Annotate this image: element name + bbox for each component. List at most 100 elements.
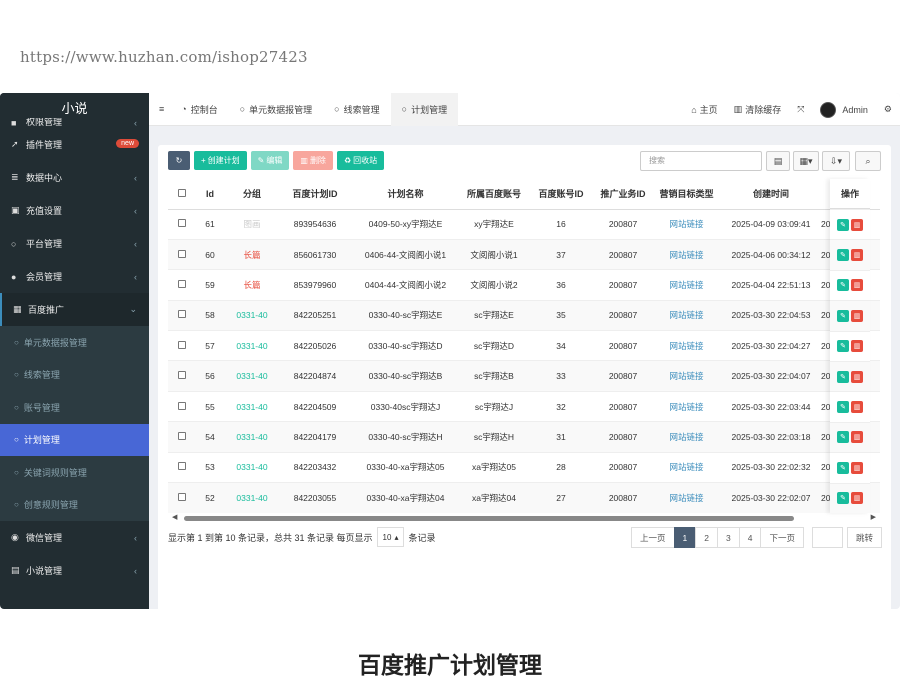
edit-row-button[interactable]: ✎ [837, 431, 849, 444]
jump-page-input[interactable] [811, 527, 843, 548]
edit-button[interactable]: ✎ 编辑 [250, 151, 290, 170]
row-select[interactable] [168, 390, 195, 422]
page-button[interactable]: 2 [695, 527, 718, 548]
list-view-icon[interactable]: ▤ [766, 151, 790, 171]
search-icon[interactable]: ⌕ [855, 151, 881, 171]
checkbox[interactable] [177, 219, 186, 228]
cell-target-type[interactable]: 网站链接 [652, 330, 721, 361]
page-size-select[interactable]: 10 ▴ [376, 527, 405, 547]
cell-group[interactable]: 0331-40 [225, 451, 279, 483]
recycle-bin-button[interactable]: ♻ 回收站 [336, 151, 385, 170]
row-select[interactable] [168, 482, 195, 513]
delete-row-button[interactable]: ▥ [851, 461, 863, 474]
checkbox[interactable] [177, 249, 186, 258]
cell-target-type[interactable]: 网站链接 [652, 451, 721, 483]
cell-target-type[interactable]: 网站链接 [652, 360, 721, 392]
delete-row-button[interactable]: ▥ [851, 431, 863, 444]
delete-button[interactable]: ▥ 删除 [293, 151, 333, 170]
table-row[interactable]: 59 长篇 853979960 0404-44-文阅阁小说2 文阅阁小说2 36 20080… [168, 269, 880, 301]
table-row[interactable]: 60 长篇 856061730 0406-44-文阅阁小说1 文阅阁小说1 37 20080… [168, 238, 880, 270]
export-dropdown-icon[interactable]: ⇩▾ [822, 151, 850, 171]
sidebar-item[interactable]: ▣ 充值设置 ‹ [0, 194, 149, 227]
clear-cache-link[interactable]: ▥ 清除缓存 [726, 103, 790, 116]
checkbox[interactable] [177, 340, 186, 349]
edit-row-button[interactable]: ✎ [837, 401, 849, 414]
row-select[interactable] [168, 269, 195, 301]
sidebar-item[interactable]: ▤ 小说管理 ‹ [0, 554, 149, 587]
edit-row-button[interactable]: ✎ [837, 370, 849, 383]
cell-group[interactable]: 长篇 [225, 238, 279, 270]
checkbox[interactable] [177, 310, 186, 319]
table-row[interactable]: 55 0331-40 842204509 0330-40sc宇翔达J sc宇翔达J 32 2… [168, 390, 880, 422]
table-row[interactable]: 57 0331-40 842205026 0330-40-sc宇翔达D sc宇翔达D 34… [168, 330, 880, 361]
page-button[interactable]: 3 [717, 527, 740, 548]
checkbox[interactable] [177, 492, 186, 501]
scroll-right-icon[interactable]: ▶ [871, 513, 876, 521]
sidebar-subitem[interactable]: ○ 计划管理 [0, 423, 149, 456]
checkbox[interactable] [177, 279, 186, 288]
edit-row-button[interactable]: ✎ [837, 492, 849, 505]
row-select[interactable] [168, 238, 195, 270]
delete-row-button[interactable]: ▥ [851, 401, 863, 414]
delete-row-button[interactable]: ▥ [851, 279, 863, 292]
table-row[interactable]: 56 0331-40 842204874 0330-40-sc宇翔达B sc宇翔达B 33… [168, 360, 880, 392]
delete-row-button[interactable]: ▥ [851, 340, 863, 353]
sidebar-item[interactable]: ◉ 微信管理 ‹ [0, 521, 149, 554]
topbar-tab[interactable]: ◔ 控制台 [170, 93, 228, 126]
menu-toggle-icon[interactable]: ≡ [149, 93, 170, 126]
cell-group[interactable]: 0331-40 [225, 421, 279, 453]
table-row[interactable]: 58 0331-40 842205251 0330-40-sc宇翔达E sc宇翔达E 35… [168, 299, 880, 331]
horizontal-scrollbar[interactable]: ◀ ▶ [170, 513, 878, 523]
cell-target-type[interactable]: 网站链接 [652, 390, 721, 422]
checkbox[interactable] [177, 401, 186, 410]
cell-target-type[interactable]: 网站链接 [652, 238, 721, 270]
delete-row-button[interactable]: ▥ [851, 370, 863, 383]
prev-page-button[interactable]: 上一页 [631, 527, 675, 548]
cell-target-type[interactable]: 网站链接 [652, 482, 721, 513]
sidebar-subitem[interactable]: ○ 单元数据报管理 [0, 326, 149, 359]
cell-target-type[interactable]: 网站链接 [652, 269, 721, 301]
columns-dropdown-icon[interactable]: ▦▾ [793, 151, 819, 171]
sidebar-item[interactable]: ● 会员管理 ‹ [0, 260, 149, 293]
home-link[interactable]: ⌂ 主页 [683, 103, 725, 116]
checkbox[interactable] [177, 462, 186, 471]
cell-target-type[interactable]: 网站链接 [652, 299, 721, 331]
search-input[interactable]: 搜索 [640, 151, 762, 171]
edit-row-button[interactable]: ✎ [837, 340, 849, 353]
sidebar-subitem[interactable]: ○ 关键词规则管理 [0, 456, 149, 489]
checkbox[interactable] [177, 431, 186, 440]
topbar-tab[interactable]: ○ 单元数据报管理 [229, 93, 323, 126]
row-select[interactable] [168, 360, 195, 392]
topbar-tab[interactable]: ○ 线索管理 [323, 93, 390, 126]
table-row[interactable]: 52 0331-40 842203055 0330-40-xa宇翔达04 xa宇翔达04… [168, 482, 880, 513]
edit-row-button[interactable]: ✎ [837, 309, 849, 322]
page-button[interactable]: 4 [738, 527, 762, 548]
table-row[interactable]: 54 0331-40 842204179 0330-40-sc宇翔达H sc宇翔达H 31… [168, 421, 880, 453]
row-select[interactable] [168, 451, 195, 483]
cell-group[interactable]: 0331-40 [225, 360, 279, 392]
delete-row-button[interactable]: ▥ [851, 249, 863, 262]
sidebar-group-baidu[interactable]: ▦ 百度推广 ⌄ [0, 293, 149, 326]
topbar-tab[interactable]: ○ 计划管理 [390, 93, 459, 126]
sidebar-item[interactable]: ➚ 插件管理 new [0, 128, 149, 161]
checkbox[interactable] [177, 188, 186, 197]
table-row[interactable]: 61 图画 893954636 0409-50-xy宇翔达E xy宇翔达E 16 20080… [168, 208, 880, 240]
row-select[interactable] [168, 208, 195, 240]
scroll-thumb[interactable] [184, 516, 794, 521]
sidebar-item[interactable]: ≣ 数据中心 ‹ [0, 161, 149, 194]
cell-group[interactable]: 0331-40 [225, 299, 279, 331]
edit-row-button[interactable]: ✎ [837, 249, 849, 262]
cell-group[interactable]: 0331-40 [225, 390, 279, 422]
delete-row-button[interactable]: ▥ [851, 218, 863, 231]
user-menu[interactable]: Admin [812, 101, 876, 118]
row-select[interactable] [168, 421, 195, 453]
cell-group[interactable]: 图画 [225, 208, 279, 240]
next-page-button[interactable]: 下一页 [760, 527, 804, 548]
cell-group[interactable]: 长篇 [225, 269, 279, 301]
row-select[interactable] [168, 299, 195, 331]
jump-button[interactable]: 跳转 [846, 527, 882, 548]
cell-group[interactable]: 0331-40 [225, 482, 279, 513]
delete-row-button[interactable]: ▥ [851, 309, 863, 322]
edit-row-button[interactable]: ✎ [837, 279, 849, 292]
table-row[interactable]: 53 0331-40 842203432 0330-40-xa宇翔达05 xa宇翔达05… [168, 451, 880, 483]
